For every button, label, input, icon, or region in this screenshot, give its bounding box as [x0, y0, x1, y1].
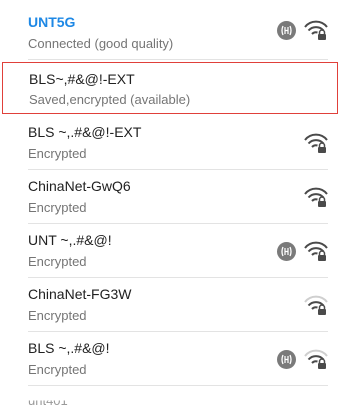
network-ssid: UNT5G [28, 14, 76, 30]
network-ssid: BLS ~,.#&@!-EXT [28, 124, 142, 140]
network-status: Encrypted [28, 308, 87, 323]
wifi-signal-lock-icon [304, 187, 328, 207]
network-status: Saved,encrypted (available) [29, 92, 191, 107]
wifi-item-unt[interactable]: UNT ~,.#&@! Encrypted [0, 224, 340, 278]
network-status: Connected (good quality) [28, 36, 174, 51]
network-icons [277, 349, 328, 369]
wifi-signal-lock-icon [304, 133, 328, 153]
wifi-signal-lock-icon [304, 241, 328, 261]
wifi-item-bls-ext[interactable]: BLS ~,.#&@!-EXT Encrypted [0, 116, 340, 170]
wifi-item-chinanet-gwq6[interactable]: ChinaNet-GwQ6 Encrypted [0, 170, 340, 224]
wifi-item-bls-ext-saved[interactable]: BLS~,#&@!-EXT Saved,encrypted (available… [2, 62, 338, 114]
wifi-signal-lock-icon [304, 295, 328, 315]
hotspot-icon [277, 349, 296, 369]
network-ssid-partial[interactable]: unt401 [28, 401, 68, 409]
wifi-item-bls[interactable]: BLS ~,.#&@! Encrypted [0, 332, 340, 386]
network-status: Encrypted [28, 146, 87, 161]
wifi-signal-lock-icon [304, 349, 328, 369]
network-status: Encrypted [28, 254, 87, 269]
network-icons [304, 187, 328, 207]
divider [28, 385, 328, 386]
hotspot-icon [277, 20, 296, 40]
network-icons [304, 133, 328, 153]
network-ssid: BLS ~,.#&@! [28, 340, 110, 356]
hotspot-icon [277, 241, 296, 261]
divider [28, 59, 328, 60]
wifi-item-unt5g[interactable]: UNT5G Connected (good quality) [0, 0, 340, 60]
network-status: Encrypted [28, 362, 87, 377]
network-ssid: UNT ~,.#&@! [28, 232, 112, 248]
network-icons [277, 20, 328, 40]
network-status: Encrypted [28, 200, 87, 215]
network-ssid: ChinaNet-GwQ6 [28, 178, 131, 194]
network-icons [277, 241, 328, 261]
wifi-item-chinanet-fg3w[interactable]: ChinaNet-FG3W Encrypted [0, 278, 340, 332]
wifi-network-list: UNT5G Connected (good quality) BLS~,#&@!… [0, 0, 340, 413]
network-icons [304, 295, 328, 315]
network-ssid: ChinaNet-FG3W [28, 286, 132, 302]
wifi-signal-lock-icon [304, 20, 328, 40]
network-ssid: BLS~,#&@!-EXT [29, 71, 135, 87]
